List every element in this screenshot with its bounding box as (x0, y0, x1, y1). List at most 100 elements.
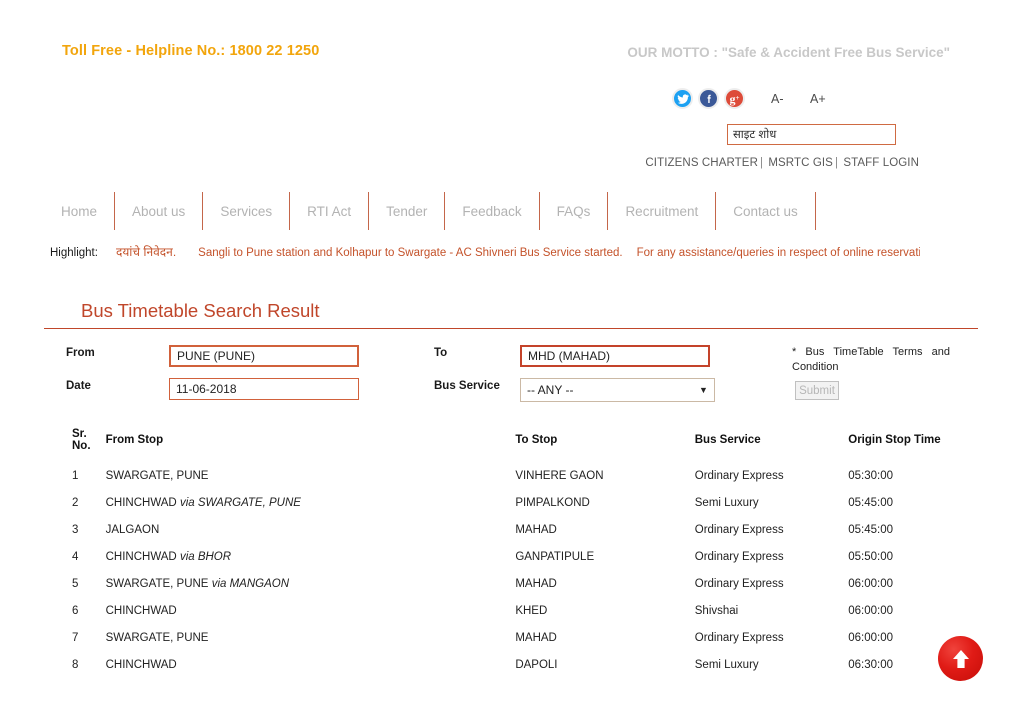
nav-item-about-us[interactable]: About us (115, 192, 204, 230)
cell-from-stop: SWARGATE, PUNE via MANGAON (106, 578, 516, 605)
quick-links-row: CITIZENS CHARTER | MSRTC GIS | STAFF LOGIN (645, 157, 919, 169)
from-stop-via: via BHOR (179, 551, 232, 563)
cell-sr-no: 7 (72, 632, 79, 644)
cell-to-stop: DAPOLI (515, 659, 558, 671)
table-row: 4 CHINCHWAD via BHOR GANPATIPULE Ordinary E… (44, 551, 978, 578)
to-input[interactable] (520, 345, 710, 367)
cell-to-stop: MAHAD (515, 578, 557, 590)
nav-item-rti-act[interactable]: RTI Act (290, 192, 370, 230)
cell-to-stop: MAHAD (515, 524, 557, 536)
bus-service-select[interactable]: -- ANY -- (520, 378, 715, 402)
table-row: 2 CHINCHWAD via SWARGATE, PUNE PIMPALKOND S… (44, 497, 978, 524)
highlight-label: Highlight: (50, 247, 98, 259)
highlight-marquee: Highlight: दयांचे निवेदन. Sangli to Pune… (50, 243, 920, 260)
cell-origin-stop-time: 05:45:00 (848, 524, 894, 536)
cell-from-stop: CHINCHWAD (105, 659, 177, 671)
date-label: Date (66, 380, 91, 392)
cell-to-stop: PIMPALKOND (515, 497, 590, 509)
cell-from-stop: CHINCHWAD (105, 605, 177, 617)
link-msrtc-gis[interactable]: MSRTC GIS (768, 157, 833, 169)
nav-item-recruitment[interactable]: Recruitment (608, 192, 717, 230)
bus-service-label: Bus Service (434, 380, 500, 392)
cell-to-stop: MAHAD (515, 632, 557, 644)
from-input[interactable] (169, 345, 359, 367)
twitter-icon[interactable] (672, 88, 693, 109)
table-row: 8 CHINCHWAD DAPOLI Semi Luxury 06:30:00 (44, 659, 978, 686)
results-table: Sr. No. From Stop To Stop Bus Service Or… (44, 428, 978, 686)
cell-from-stop: CHINCHWAD via BHOR (106, 551, 516, 578)
cell-bus-service: Ordinary Express (694, 524, 784, 536)
cell-to-stop: VINHERE GAON (515, 470, 604, 482)
nav-item-home[interactable]: Home (44, 192, 116, 230)
column-header-origin-stop-time: Origin Stop Time (848, 434, 941, 446)
from-label: From (66, 347, 95, 359)
cell-bus-service: Ordinary Express (694, 632, 784, 644)
nav-item-faqs[interactable]: FAQs (540, 192, 609, 230)
nav-item-tender[interactable]: Tender (369, 192, 446, 230)
column-header-sr-no: Sr. No. (72, 428, 91, 452)
table-row: 1 SWARGATE, PUNE VINHERE GAON Ordinary Expr… (44, 470, 978, 497)
highlight-item-2[interactable]: For any assistance/queries in respect of… (637, 247, 920, 259)
cell-sr-no: 1 (72, 470, 79, 482)
cell-sr-no: 6 (72, 605, 79, 617)
to-label: To (434, 347, 448, 359)
motto-text: OUR MOTTO : "Safe & Accident Free Bus Se… (627, 45, 950, 60)
column-header-to-stop: To Stop (515, 434, 558, 446)
nav-item-services[interactable]: Services (203, 192, 291, 230)
site-search-input[interactable] (727, 124, 896, 145)
top-bar: Toll Free - Helpline No.: 1800 22 1250 O… (0, 0, 1020, 78)
nav-item-feedback[interactable]: Feedback (445, 192, 540, 230)
font-decrease-button[interactable]: A- (771, 92, 784, 106)
date-input[interactable] (169, 378, 359, 400)
cell-bus-service: Shivshai (694, 605, 739, 617)
table-row: 6 CHINCHWAD KHED Shivshai 06:00:00 (44, 605, 978, 632)
page-title: Bus Timetable Search Result (81, 300, 320, 321)
arrow-up-icon (952, 649, 969, 668)
column-header-from-stop: From Stop (105, 434, 164, 446)
cell-from-stop: CHINCHWAD via SWARGATE, PUNE (106, 497, 516, 524)
quicklink-separator-1: | (759, 157, 764, 169)
page-root: Toll Free - Helpline No.: 1800 22 1250 O… (0, 0, 1020, 720)
cell-origin-stop-time: 05:45:00 (848, 497, 894, 509)
terms-and-condition-link[interactable]: * Bus TimeTable Terms and Condition (792, 345, 950, 375)
facebook-icon[interactable] (698, 88, 719, 109)
cell-sr-no: 4 (72, 551, 79, 563)
cell-origin-stop-time: 05:30:00 (848, 470, 894, 482)
from-stop-name: CHINCHWAD (105, 497, 180, 509)
link-citizens-charter[interactable]: CITIZENS CHARTER (645, 157, 758, 169)
results-table-head: Sr. No. From Stop To Stop Bus Service Or… (44, 428, 978, 470)
from-stop-name: CHINCHWAD (105, 551, 180, 563)
table-row: 7 SWARGATE, PUNE MAHAD Ordinary Express 06:0… (44, 632, 978, 659)
cell-bus-service: Ordinary Express (694, 578, 784, 590)
cell-from-stop: JALGAON (105, 524, 160, 536)
cell-sr-no: 5 (72, 578, 79, 590)
cell-to-stop: GANPATIPULE (515, 551, 595, 563)
cell-from-stop: SWARGATE, PUNE (105, 632, 209, 644)
font-increase-button[interactable]: A+ (810, 92, 826, 106)
cell-sr-no: 3 (72, 524, 79, 536)
highlight-item-1[interactable]: Sangli to Pune station and Kolhapur to S… (198, 247, 622, 259)
cell-origin-stop-time: 06:00:00 (848, 578, 894, 590)
table-row: 3 JALGAON MAHAD Ordinary Express 05:45:00 (44, 524, 978, 551)
column-header-bus-service: Bus Service (694, 434, 761, 446)
highlight-marathi-text: दयांचे निवेदन. (115, 245, 177, 259)
from-stop-name: SWARGATE, PUNE (105, 578, 212, 590)
toll-free-text: Toll Free - Helpline No.: 1800 22 1250 (62, 43, 320, 59)
googleplus-icon[interactable]: g + (724, 88, 745, 109)
cell-to-stop: KHED (515, 605, 548, 617)
nav-item-contact-us[interactable]: Contact us (716, 192, 816, 230)
from-stop-via: via SWARGATE, PUNE (179, 497, 301, 509)
cell-bus-service: Ordinary Express (694, 470, 784, 482)
main-navigation: Home About us Services RTI Act Tender Fe… (44, 192, 816, 230)
table-header-row: Sr. No. From Stop To Stop Bus Service Or… (44, 428, 978, 470)
results-table-body: 1 SWARGATE, PUNE VINHERE GAON Ordinary Expr… (44, 470, 978, 686)
submit-button[interactable]: Submit (795, 381, 839, 400)
cell-bus-service: Ordinary Express (694, 551, 784, 563)
quicklink-separator-2: | (834, 157, 839, 169)
cell-origin-stop-time: 06:00:00 (848, 605, 894, 617)
link-staff-login[interactable]: STAFF LOGIN (843, 157, 919, 169)
from-stop-via: via MANGAON (211, 578, 290, 590)
social-links: g + (672, 88, 745, 109)
scroll-to-top-button[interactable] (938, 636, 983, 681)
cell-bus-service: Semi Luxury (694, 659, 759, 671)
